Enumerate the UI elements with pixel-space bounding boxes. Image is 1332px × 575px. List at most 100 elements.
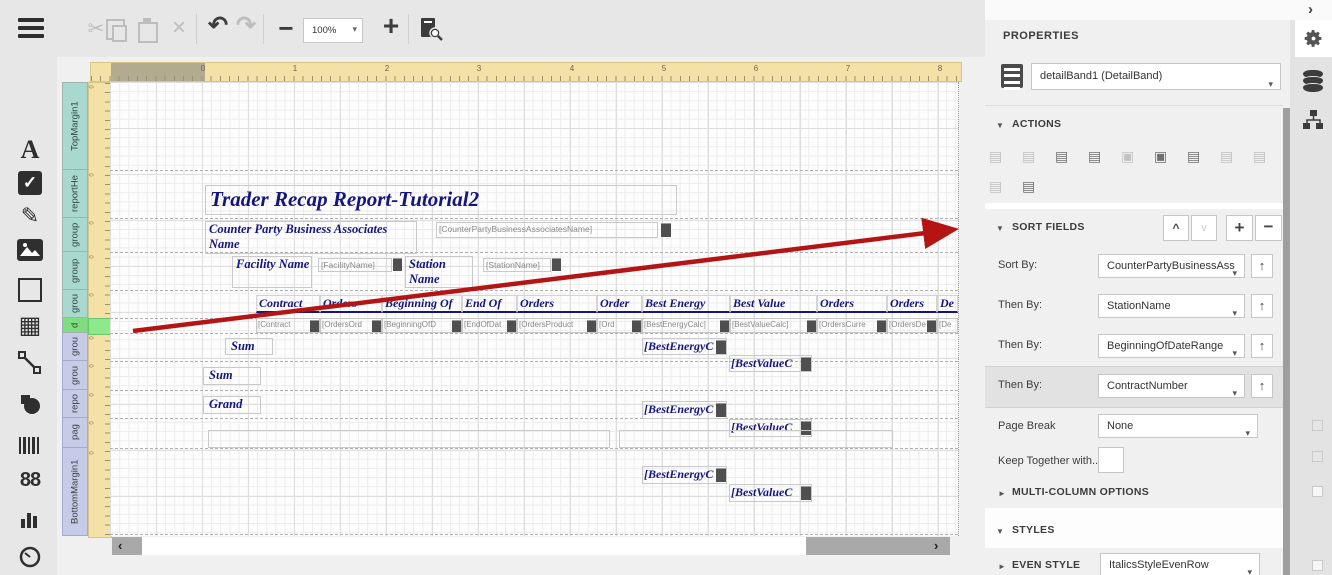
column-header[interactable]: Orders [517, 295, 597, 313]
detail-field[interactable]: [OrdersProduct [517, 318, 597, 333]
property-checkbox[interactable] [1312, 486, 1323, 497]
column-header[interactable]: Beginning Of [382, 295, 462, 313]
label-tool[interactable]: A [17, 137, 43, 163]
detail-field[interactable]: [BestValueCalc] [730, 318, 817, 333]
property-checkbox[interactable] [1312, 560, 1323, 571]
sum-label[interactable]: Sum [225, 338, 273, 355]
band-groupfooter2[interactable]: grou [62, 361, 88, 390]
undo-icon[interactable]: ↶ [205, 14, 231, 40]
action-icon[interactable]: ▤ [989, 178, 1002, 194]
page-break-select[interactable]: None▾ [1098, 414, 1258, 438]
page-footer-box[interactable] [619, 430, 893, 448]
character-comb-tool[interactable]: 88 [17, 469, 43, 495]
chart-tool[interactable] [17, 507, 43, 533]
report-explorer-tab[interactable] [1301, 108, 1325, 137]
band-groupfooter3[interactable]: grou [62, 333, 88, 361]
detail-field[interactable]: [De [937, 318, 958, 333]
table-tool[interactable]: ▦ [17, 313, 43, 339]
element-selector[interactable]: detailBand1 (DetailBand) ▾ [1031, 63, 1281, 90]
keep-together-checkbox[interactable] [1098, 447, 1124, 473]
collapse-icon[interactable]: ▼ [996, 121, 1004, 130]
sum-value-field[interactable]: [BestValueC [729, 355, 812, 372]
field-list-tab[interactable] [1303, 72, 1323, 92]
band-topmargin[interactable]: TopMargin1 [62, 82, 88, 170]
sort-remove-button[interactable]: − [1255, 215, 1282, 241]
then-by-select-3[interactable]: ContractNumber▾ [1098, 374, 1245, 398]
horizontal-scrollbar[interactable]: ‹ › [112, 537, 950, 555]
rich-text-tool[interactable]: ✎ [17, 203, 43, 229]
checkbox-tool[interactable]: ✓ [18, 171, 42, 195]
action-icon[interactable]: ▤ [1220, 148, 1233, 164]
redo-icon[interactable]: ↷ [233, 14, 259, 40]
section-actions[interactable]: ACTIONS [1012, 118, 1061, 130]
grand-value-field[interactable]: [BestValueC [729, 484, 812, 502]
band-groupheader2[interactable]: group [62, 252, 88, 290]
action-icon[interactable]: ▤ [1022, 148, 1035, 164]
expand-icon[interactable]: ► [998, 489, 1006, 498]
station-field[interactable]: [StationName] [483, 258, 551, 272]
band-detail-selected[interactable]: d [62, 318, 88, 333]
group1-caption-label[interactable]: Counter Party Business Associates Name [205, 221, 417, 254]
facility-caption-label[interactable]: Facility Name [232, 256, 312, 288]
action-icon[interactable]: ▣ [1121, 148, 1134, 164]
zoom-in-icon[interactable]: + [378, 14, 404, 40]
section-sort-fields[interactable]: SORT FIELDS [1012, 221, 1085, 233]
then-by-select-2[interactable]: BeginningOfDateRange▾ [1098, 334, 1245, 358]
facility-field[interactable]: [FacilityName] [318, 258, 392, 272]
property-checkbox[interactable] [1312, 451, 1323, 462]
detail-field[interactable]: [OrdersDe [887, 318, 937, 333]
action-icon[interactable]: ▤ [1253, 148, 1266, 164]
grand-total-label[interactable]: Grand [203, 396, 261, 414]
line-tool[interactable] [17, 351, 43, 377]
column-header[interactable]: De [937, 295, 958, 313]
collapse-icon[interactable]: ▼ [996, 527, 1004, 536]
page-footer-box[interactable] [208, 430, 610, 448]
detail-field[interactable]: [OrdersOrd [320, 318, 382, 333]
sort-direction-button[interactable]: ↑ [1251, 374, 1273, 398]
band-bottommargin[interactable]: BottomMargin1 [62, 448, 88, 536]
properties-scrollbar[interactable] [1283, 108, 1290, 575]
picture-box-tool[interactable] [17, 239, 43, 261]
column-header[interactable]: End Of [462, 295, 517, 313]
detail-field[interactable]: [OrdersCurre [817, 318, 887, 333]
zoom-out-icon[interactable]: − [273, 16, 299, 42]
zoom-level-select[interactable]: 100% ▾ [303, 18, 363, 43]
menu-icon[interactable] [18, 14, 44, 42]
column-header[interactable]: Orders [887, 295, 937, 313]
detail-field[interactable]: [EndOfDat [462, 318, 517, 333]
detail-field[interactable]: [BeginningOfD [382, 318, 462, 333]
band-groupheader3[interactable]: grou [62, 290, 88, 318]
section-styles[interactable]: STYLES [1012, 524, 1055, 536]
column-header[interactable]: Orders [320, 295, 382, 313]
even-style-select[interactable]: ItalicsStyleEvenRow▾ [1100, 553, 1260, 575]
delete-icon[interactable]: × [166, 16, 192, 42]
column-header[interactable]: Contract [256, 295, 320, 313]
barcode-tool[interactable] [17, 433, 43, 459]
action-icon[interactable]: ▣ [1154, 148, 1167, 164]
detail-field[interactable]: [BestEnergyCalc] [642, 318, 730, 333]
expand-icon[interactable]: ► [998, 562, 1006, 571]
sort-move-up-button[interactable]: ^ [1163, 215, 1189, 241]
detail-field[interactable]: [Contract [256, 318, 320, 333]
sum-energy-field[interactable]: [BestEnergyC [642, 338, 727, 355]
then-by-select-1[interactable]: StationName▾ [1098, 294, 1245, 318]
band-reportheader[interactable]: reportHe [62, 170, 88, 218]
band-pagefooter[interactable]: pag [62, 418, 88, 448]
sort-move-down-button[interactable]: v [1191, 215, 1217, 241]
detail-field[interactable]: [Ord [597, 318, 642, 333]
shape-tool[interactable] [17, 392, 43, 418]
band-groupheader1[interactable]: group [62, 218, 88, 252]
band-reportfooter[interactable]: repo [62, 390, 88, 418]
sort-direction-button[interactable]: ↑ [1251, 254, 1273, 278]
action-icon[interactable]: ▤ [1022, 178, 1035, 194]
column-header[interactable]: Orders [817, 295, 887, 313]
group1-field[interactable]: [CounterPartyBusinessAssociatesName] [436, 222, 658, 238]
action-icon[interactable]: ▤ [1055, 148, 1068, 164]
scroll-right-icon[interactable]: › [934, 538, 938, 553]
column-header[interactable]: Best Energy [642, 295, 730, 313]
section-multi-column[interactable]: MULTI-COLUMN OPTIONS [1012, 486, 1149, 498]
sort-by-select[interactable]: CounterPartyBusinessAss▾ [1098, 254, 1245, 278]
collapse-panel-icon[interactable]: › [1308, 1, 1313, 18]
grand-energy-field[interactable]: [BestEnergyC [642, 466, 727, 484]
sort-direction-button[interactable]: ↑ [1251, 334, 1273, 358]
